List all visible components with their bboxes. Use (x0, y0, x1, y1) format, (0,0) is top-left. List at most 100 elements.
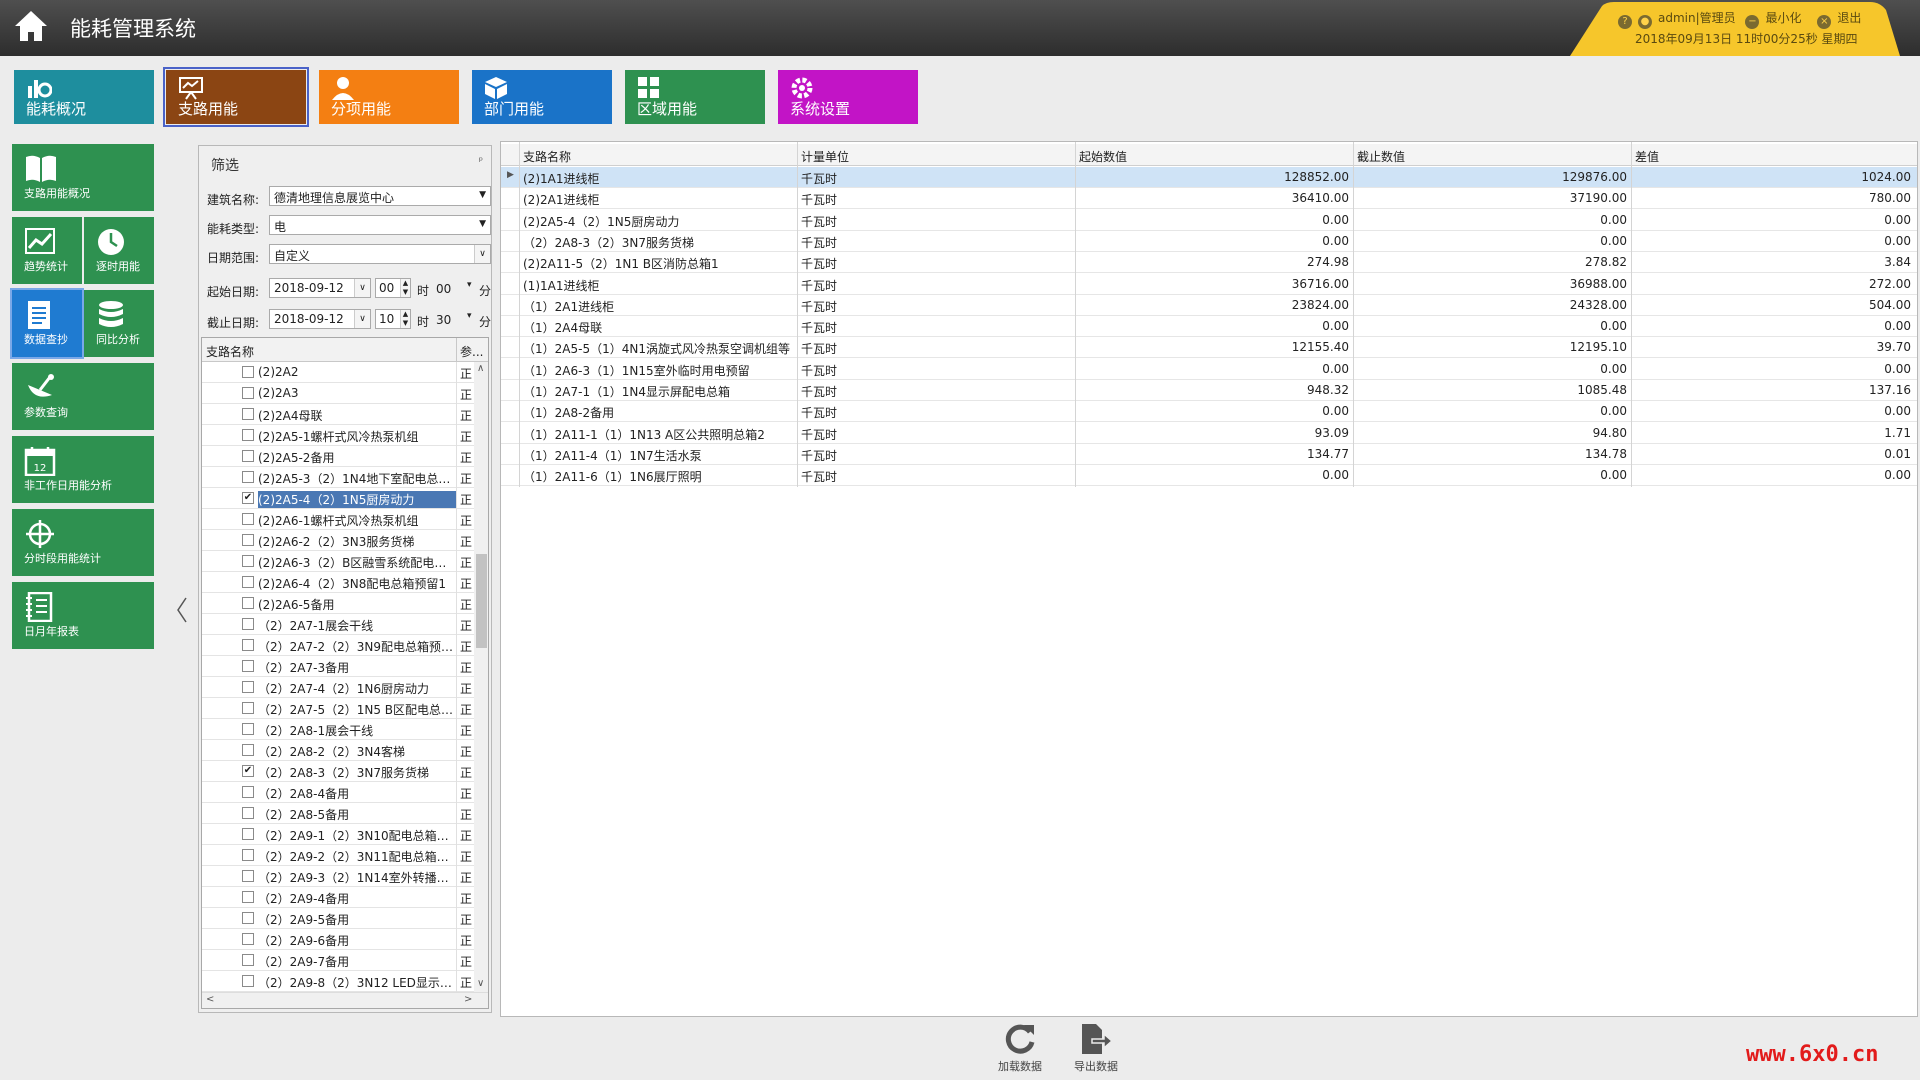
tree-row[interactable]: （2）2A9-5备用 正 (202, 908, 474, 929)
end-date-picker[interactable]: 2018-09-12 ∨ (269, 309, 371, 329)
start-minute-value[interactable]: 00 (436, 282, 451, 296)
grid-row[interactable]: （1）2A8-2备用 千瓦时 0.00 0.00 0.00 (501, 401, 1917, 423)
grid-row[interactable]: （1）2A4母联 千瓦时 0.00 0.00 0.00 (501, 316, 1917, 338)
tree-row[interactable]: （2）2A7-2（2）3N9配电总箱预留2 正 (202, 635, 474, 656)
topnav-system-settings[interactable]: 系统设置 (778, 70, 918, 124)
scroll-down-icon[interactable]: ∨ (477, 978, 484, 989)
tree-row[interactable]: （2）2A8-4备用 正 (202, 782, 474, 803)
topnav-area-energy[interactable]: 区域用能 (625, 70, 765, 124)
tree-row[interactable]: ✔ (2)2A5-4（2）1N5厨房动力正 (202, 488, 474, 509)
tree-row[interactable]: （2）2A8-2（2）3N4客梯 正 (202, 740, 474, 761)
grid-col-end[interactable]: 截止数值 (1357, 148, 1405, 165)
row-checkbox[interactable] (242, 786, 254, 798)
row-checkbox[interactable] (242, 912, 254, 924)
grid-col-diff[interactable]: 差值 (1635, 148, 1659, 165)
export-data-button[interactable]: 导出数据 (1066, 1020, 1126, 1076)
row-checkbox[interactable] (242, 555, 254, 567)
tree-row[interactable]: （2）2A8-1展会干线 正 (202, 719, 474, 740)
tree-row[interactable]: （2）2A7-4（2）1N6厨房动力 正 (202, 677, 474, 698)
row-checkbox[interactable] (242, 471, 254, 483)
end-minute-dropdown-icon[interactable]: ▾ (467, 311, 472, 321)
topnav-itemized-energy[interactable]: 分项用能 (319, 70, 459, 124)
tree-col-param[interactable]: 参... (460, 343, 483, 360)
row-checkbox[interactable] (242, 366, 254, 378)
tree-row[interactable]: （2）2A9-6备用 正 (202, 929, 474, 950)
grid-row[interactable]: （1）2A5-5（1）4N1涡旋式风冷热泵空调机组等 千瓦时 12155.40 121… (501, 337, 1917, 359)
row-checkbox[interactable] (242, 450, 254, 462)
grid-row[interactable]: (2)2A11-5（2）1N1 B区消防总箱1 千瓦时 274.98 278.82 3.… (501, 252, 1917, 274)
row-checkbox[interactable] (242, 744, 254, 756)
tree-row[interactable]: (2)2A5-1螺杆式风冷热泵机组 正 (202, 425, 474, 446)
row-checkbox[interactable] (242, 849, 254, 861)
row-checkbox[interactable] (242, 513, 254, 525)
tree-row[interactable]: （2）2A7-3备用 正 (202, 656, 474, 677)
tree-row[interactable]: (2)2A2 正 (202, 362, 474, 383)
row-checkbox[interactable] (242, 660, 254, 672)
tree-row[interactable]: （2）2A7-1展会干线 正 (202, 614, 474, 635)
scroll-left-icon[interactable]: < (206, 994, 214, 1005)
sidenav-trend-stats[interactable]: 趋势统计 (12, 217, 82, 284)
topnav-energy-overview[interactable]: 能耗概况 (14, 70, 154, 124)
topnav-branch-energy[interactable]: 支路用能 (163, 67, 309, 127)
sidenav-yoy-analysis[interactable]: 同比分析 (84, 290, 154, 357)
grid-row[interactable]: （1）2A11-4（1）1N7生活水泵 千瓦时 134.77 134.78 0.01 (501, 444, 1917, 465)
start-hour-spinner[interactable]: 00 ▲ ▼ (375, 278, 411, 298)
row-checkbox[interactable] (242, 429, 254, 441)
sidenav-data-reading[interactable]: 数据查抄 (10, 288, 84, 359)
scroll-thumb[interactable] (476, 554, 487, 648)
row-checkbox[interactable] (242, 933, 254, 945)
row-checkbox[interactable] (242, 891, 254, 903)
tree-row[interactable]: （2）2A8-5备用 正 (202, 803, 474, 824)
row-checkbox[interactable] (242, 870, 254, 882)
sidenav-period-energy-stats[interactable]: 分时段用能统计 (12, 509, 154, 576)
row-checkbox[interactable] (242, 576, 254, 588)
tree-row[interactable]: (2)2A3 正 (202, 383, 474, 404)
building-select[interactable]: 德清地理信息展览中心 ▼ (269, 186, 491, 206)
row-checkbox[interactable] (242, 534, 254, 546)
grid-row[interactable]: ▶ (2)1A1进线柜 千瓦时 128852.00 129876.00 1024.00 (501, 167, 1917, 188)
row-checkbox[interactable]: ✔ (242, 765, 254, 777)
sidenav-param-query[interactable]: 参数查询 (12, 363, 154, 430)
tree-row[interactable]: (2)2A4母联 正 (202, 404, 474, 425)
tree-row[interactable]: (2)2A6-5备用 正 (202, 593, 474, 614)
grid-row[interactable]: （1）2A11-1（1）1N13 A区公共照明总箱2 千瓦时 93.09 94.80 1… (501, 423, 1917, 444)
tree-row[interactable]: ✔ （2）2A8-3（2）3N7服务货梯 正 (202, 761, 474, 782)
row-checkbox[interactable] (242, 954, 254, 966)
collapse-arrow-icon[interactable] (176, 596, 188, 624)
row-checkbox[interactable] (242, 618, 254, 630)
tree-row[interactable]: (2)2A6-3（2）B区融雪系统配电总箱正 (202, 551, 474, 572)
exit-button[interactable]: × 退出 (1817, 11, 1867, 29)
grid-row[interactable]: （2）2A8-3（2）3N7服务货梯 千瓦时 0.00 0.00 0.00 (501, 231, 1917, 252)
scroll-right-icon[interactable]: > (464, 994, 472, 1005)
tree-row[interactable]: (2)2A5-2备用 正 (202, 446, 474, 467)
grid-col-branch[interactable]: 支路名称 (523, 148, 571, 165)
row-checkbox[interactable]: ✔ (242, 492, 254, 504)
row-checkbox[interactable] (242, 681, 254, 693)
end-minute-value[interactable]: 30 (436, 313, 451, 327)
date-range-select[interactable]: 自定义 ∨ (269, 244, 491, 264)
row-checkbox[interactable] (242, 828, 254, 840)
grid-row[interactable]: (2)2A1进线柜 千瓦时 36410.00 37190.00 780.00 (501, 188, 1917, 210)
home-icon[interactable] (12, 8, 50, 44)
tree-col-name[interactable]: 支路名称 (206, 343, 254, 360)
help-icon[interactable]: ? (1618, 15, 1632, 29)
tree-row[interactable]: （2）2A9-8（2）3N12 LED显示屏... 正 (202, 971, 474, 992)
tree-row[interactable]: （2）2A9-1（2）3N10配电总箱预... 正 (202, 824, 474, 845)
pin-icon[interactable]: ᵖ (479, 156, 483, 167)
tree-row[interactable]: (2)2A6-4（2）3N8配电总箱预留1 正 (202, 572, 474, 593)
tree-row[interactable]: （2）2A9-2（2）3N11配电总箱预... 正 (202, 845, 474, 866)
grid-row[interactable]: (2)2A5-4（2）1N5厨房动力 千瓦时 0.00 0.00 0.00 (501, 210, 1917, 231)
grid-col-unit[interactable]: 计量单位 (801, 148, 849, 165)
tree-row[interactable]: (2)2A6-2（2）3N3服务货梯 正 (202, 530, 474, 551)
energy-type-select[interactable]: 电 ▼ (269, 215, 491, 235)
tree-row[interactable]: （2）2A9-7备用 正 (202, 950, 474, 971)
minimize-button[interactable]: − 最小化 (1745, 11, 1807, 29)
grid-row[interactable]: (1)1A1进线柜 千瓦时 36716.00 36988.00 272.00 (501, 274, 1917, 295)
row-checkbox[interactable] (242, 723, 254, 735)
horizontal-scrollbar[interactable]: < > (202, 992, 488, 1008)
tree-row[interactable]: (2)2A6-1螺杆式风冷热泵机组 正 (202, 509, 474, 530)
grid-row[interactable]: （1）2A1进线柜 千瓦时 23824.00 24328.00 504.00 (501, 295, 1917, 316)
vertical-scrollbar[interactable]: ∧ ∨ (474, 362, 488, 992)
sidenav-hourly-energy[interactable]: 逐时用能 (84, 217, 154, 284)
grid-col-start[interactable]: 起始数值 (1079, 148, 1127, 165)
